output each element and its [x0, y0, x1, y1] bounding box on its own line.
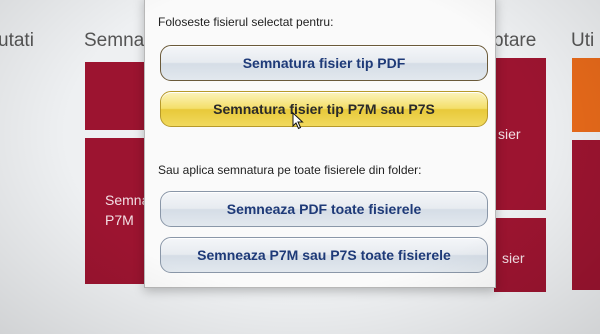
- sign-p7m-button[interactable]: Semnatura fisier tip P7M sau P7S: [160, 91, 488, 127]
- sign-pdf-button[interactable]: Semnatura fisier tip PDF: [160, 45, 488, 81]
- tile-crimson-left[interactable]: Semna P7M: [85, 138, 150, 284]
- sign-all-pdf-button-label: Semneaza PDF toate fisierele: [226, 201, 422, 217]
- tile-crimson-far-right[interactable]: [572, 140, 600, 290]
- tile-crimson-top-left[interactable]: [85, 62, 147, 130]
- tile-crimson-right-top[interactable]: sier: [494, 58, 546, 210]
- sign-options-dialog: Foloseste fisierul selectat pentru: Semn…: [144, 0, 496, 288]
- tile-left-label: Semna P7M: [105, 192, 150, 228]
- tile-right-bottom-label: sier: [502, 250, 525, 266]
- sign-pdf-button-label: Semnatura fisier tip PDF: [242, 55, 406, 71]
- sign-all-p7m-button[interactable]: Semneaza P7M sau P7S toate fisierele: [160, 237, 488, 273]
- section-folder-label: Sau aplica semnatura pe toate fisierele …: [158, 163, 422, 177]
- heading-ptare: ptare: [493, 30, 537, 51]
- heading-uti: Uti: [571, 30, 595, 51]
- heading-utati: utati: [0, 30, 34, 51]
- sign-all-pdf-button[interactable]: Semneaza PDF toate fisierele: [160, 191, 488, 227]
- section-selected-file-label: Foloseste fisierul selectat pentru:: [158, 15, 334, 29]
- sign-p7m-button-label: Semnatura fisier tip P7M sau P7S: [213, 101, 435, 117]
- tile-right-top-label: sier: [498, 126, 521, 142]
- mouse-pointer-icon: [292, 112, 304, 130]
- tile-crimson-right-bottom[interactable]: sier: [494, 218, 546, 292]
- sign-all-p7m-button-label: Semneaza P7M sau P7S toate fisierele: [197, 247, 451, 263]
- tile-orange-right[interactable]: [572, 58, 600, 132]
